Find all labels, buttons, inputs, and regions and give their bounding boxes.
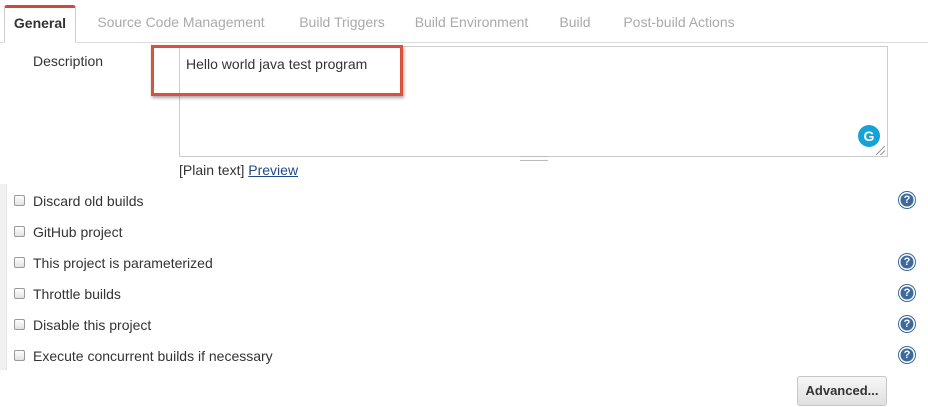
grammarly-icon[interactable]: G — [858, 125, 880, 147]
preview-link[interactable]: Preview — [248, 162, 298, 178]
concurrent-builds-label[interactable]: Execute concurrent builds if necessary — [33, 348, 273, 364]
plain-text-indicator: [Plain text] — [179, 162, 245, 178]
discard-old-builds-label[interactable]: Discard old builds — [33, 193, 144, 209]
concurrent-builds-checkbox[interactable] — [14, 350, 25, 361]
textarea-resize-handle[interactable] — [520, 156, 548, 161]
help-icon[interactable]: ? — [899, 285, 915, 301]
config-tab-bar: General Source Code Management Build Tri… — [0, 0, 928, 43]
help-icon[interactable]: ? — [899, 192, 915, 208]
textarea-corner-resize-handle[interactable] — [876, 146, 885, 155]
tab-build[interactable]: Build — [551, 5, 599, 42]
throttle-builds-checkbox[interactable] — [14, 288, 25, 299]
text-mode-line: [Plain text] Preview — [179, 162, 298, 178]
help-icon[interactable]: ? — [899, 316, 915, 332]
disable-project-label[interactable]: Disable this project — [33, 317, 151, 333]
github-project-label[interactable]: GitHub project — [33, 224, 122, 240]
section-left-bar — [0, 184, 7, 370]
advanced-button[interactable]: Advanced... — [797, 376, 887, 406]
parameterized-checkbox[interactable] — [14, 257, 25, 268]
tab-general[interactable]: General — [4, 5, 76, 43]
tab-build-environment[interactable]: Build Environment — [405, 5, 538, 42]
description-textarea[interactable]: Hello world java test program — [179, 46, 888, 157]
discard-old-builds-checkbox[interactable] — [14, 195, 25, 206]
parameterized-label[interactable]: This project is parameterized — [33, 255, 213, 271]
description-label: Description — [33, 53, 104, 69]
help-icon[interactable]: ? — [899, 347, 915, 363]
tab-source-code-management[interactable]: Source Code Management — [88, 5, 274, 42]
help-icon[interactable]: ? — [899, 254, 915, 270]
tab-post-build-actions[interactable]: Post-build Actions — [613, 5, 745, 42]
disable-project-checkbox[interactable] — [14, 319, 25, 330]
tab-build-triggers[interactable]: Build Triggers — [287, 5, 397, 42]
throttle-builds-label[interactable]: Throttle builds — [33, 286, 121, 302]
github-project-checkbox[interactable] — [14, 226, 25, 237]
job-config-page: General Source Code Management Build Tri… — [0, 0, 928, 407]
